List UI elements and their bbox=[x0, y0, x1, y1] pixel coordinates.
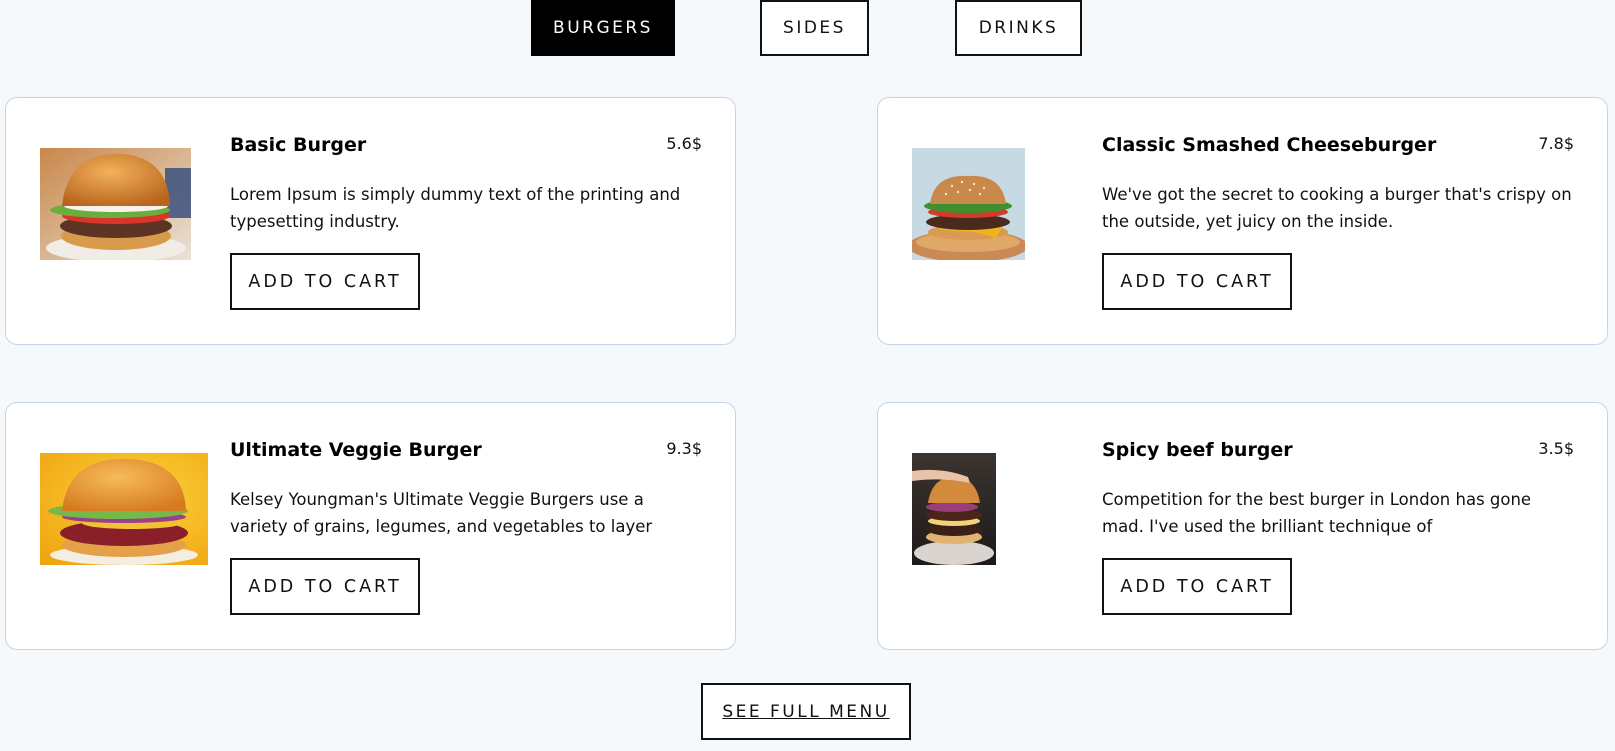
product-title: Spicy beef burger bbox=[1102, 439, 1293, 461]
basic-burger-image bbox=[40, 148, 191, 260]
product-title: Ultimate Veggie Burger bbox=[230, 439, 482, 461]
smashed-cheeseburger-image bbox=[912, 148, 1025, 260]
veggie-burger-image bbox=[40, 453, 208, 565]
product-description: We've got the secret to cooking a burger… bbox=[1102, 185, 1572, 231]
product-title: Basic Burger bbox=[230, 134, 367, 156]
product-card-veggie-burger: Ultimate Veggie Burger 9.3$ Kelsey Young… bbox=[5, 402, 736, 650]
tab-drinks[interactable]: DRINKS bbox=[955, 0, 1082, 56]
spicy-beef-burger-image bbox=[912, 453, 996, 565]
see-full-menu-button[interactable]: SEE FULL MENU bbox=[701, 683, 911, 740]
product-card-smashed-cheeseburger: Classic Smashed Cheeseburger 7.8$ We've … bbox=[877, 97, 1608, 345]
product-card-spicy-beef-burger: Spicy beef burger 3.5$ Competition for t… bbox=[877, 402, 1608, 650]
product-card-basic-burger: Basic Burger 5.6$ Lorem Ipsum is simply … bbox=[5, 97, 736, 345]
category-tabs: BURGERS SIDES DRINKS bbox=[0, 0, 1615, 58]
product-description: Kelsey Youngman's Ultimate Veggie Burger… bbox=[230, 490, 653, 536]
product-description: Competition for the best burger in Londo… bbox=[1102, 490, 1532, 536]
product-title: Classic Smashed Cheeseburger bbox=[1102, 134, 1437, 156]
product-price: 7.8$ bbox=[1538, 134, 1574, 153]
product-description: Lorem Ipsum is simply dummy text of the … bbox=[230, 185, 681, 231]
product-price: 3.5$ bbox=[1538, 439, 1574, 458]
add-to-cart-button[interactable]: ADD TO CART bbox=[1102, 558, 1292, 615]
add-to-cart-button[interactable]: ADD TO CART bbox=[230, 253, 420, 310]
product-price: 5.6$ bbox=[666, 134, 702, 153]
product-price: 9.3$ bbox=[666, 439, 702, 458]
tab-burgers[interactable]: BURGERS bbox=[531, 0, 675, 56]
tab-sides[interactable]: SIDES bbox=[760, 0, 869, 56]
add-to-cart-button[interactable]: ADD TO CART bbox=[230, 558, 420, 615]
add-to-cart-button[interactable]: ADD TO CART bbox=[1102, 253, 1292, 310]
